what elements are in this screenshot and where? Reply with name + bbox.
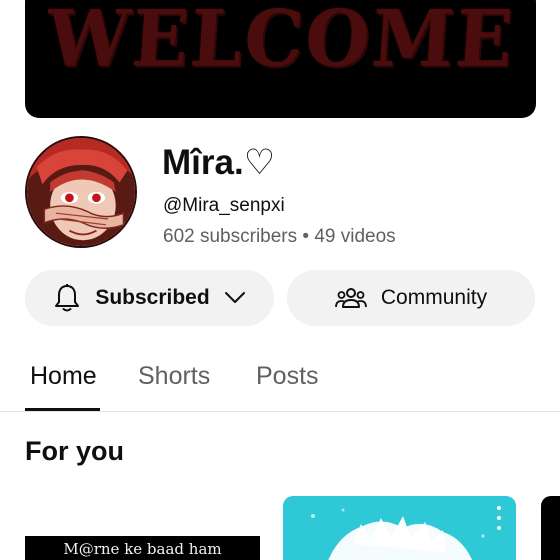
community-button[interactable]: Community <box>287 270 535 326</box>
tab-home[interactable]: Home <box>30 362 97 391</box>
chevron-down-icon <box>224 291 246 305</box>
tab-shorts[interactable]: Shorts <box>138 362 210 391</box>
video-card[interactable] <box>283 496 516 560</box>
channel-handle: @Mira_senpxi <box>163 195 285 216</box>
section-title: For you <box>25 436 124 466</box>
avatar[interactable] <box>25 136 137 248</box>
banner-text: WELCOME <box>43 0 518 85</box>
video-thumbnail <box>311 508 485 560</box>
subscribed-button[interactable]: Subscribed <box>25 270 274 326</box>
bell-icon <box>53 283 81 313</box>
more-vertical-icon[interactable] <box>492 506 506 530</box>
subscribed-label: Subscribed <box>95 286 210 309</box>
channel-stats: 602 subscribers • 49 videos <box>163 226 396 248</box>
people-icon <box>334 287 367 309</box>
video-card[interactable]: M@rne ke baad ham <box>25 496 260 560</box>
video-thumbnail-caption: M@rne ke baad ham <box>25 536 260 560</box>
channel-name: Mîra.♡ <box>162 143 276 182</box>
tabs-divider <box>0 411 560 412</box>
video-count: 49 videos <box>314 226 396 247</box>
stats-separator: • <box>302 226 310 247</box>
community-label: Community <box>380 286 488 309</box>
tab-posts[interactable]: Posts <box>256 362 319 391</box>
avatar-image <box>27 138 135 246</box>
channel-banner: WELCOME <box>25 0 536 118</box>
video-card[interactable] <box>541 496 560 560</box>
subscriber-count: 602 subscribers <box>163 226 298 247</box>
